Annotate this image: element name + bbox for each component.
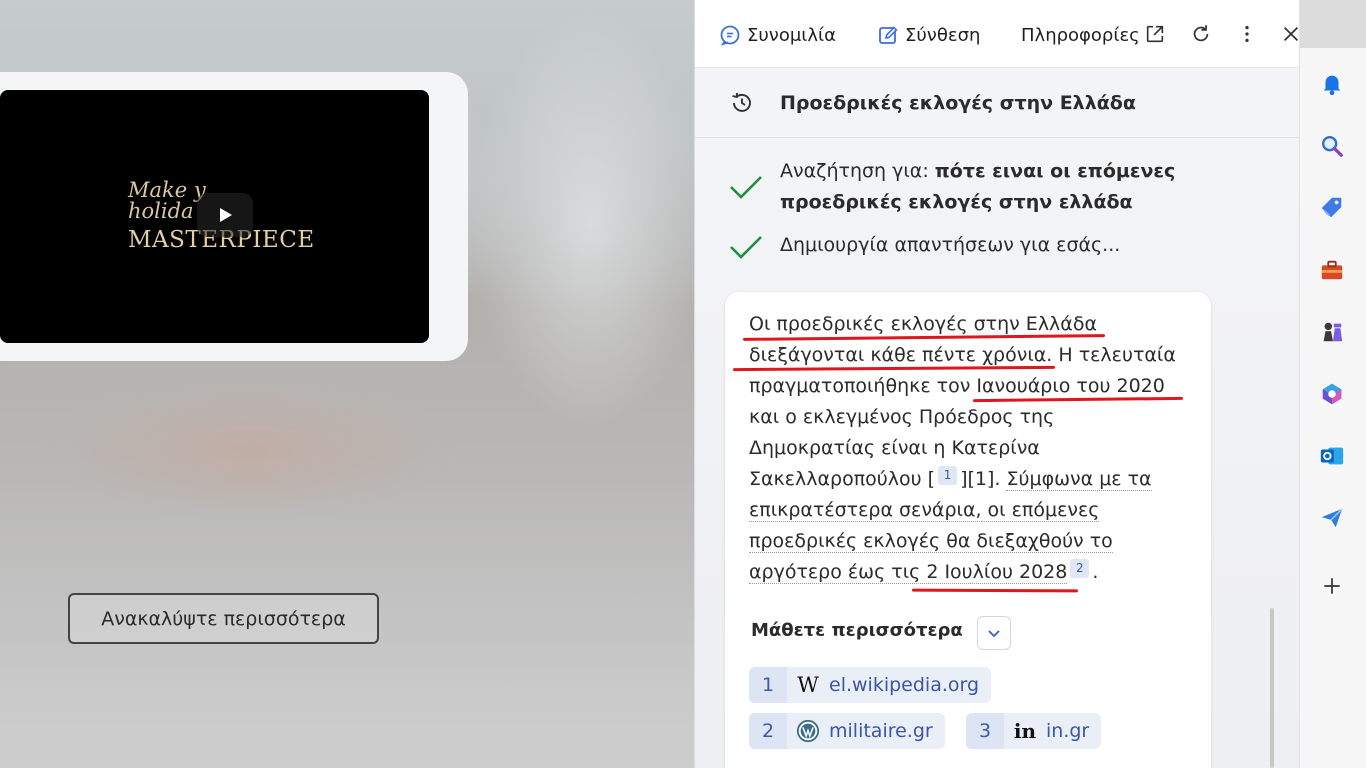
generating-status: Δημιουργία απαντήσεων για εσάς... [780,234,1121,256]
panel-scrollbar[interactable] [1270,608,1274,768]
compose-icon [877,24,899,46]
answer-link[interactable]: Σύμφωνα με τα [1006,468,1152,491]
toolbox-icon[interactable] [1318,256,1346,284]
more-icon[interactable] [1235,22,1259,46]
tag-icon[interactable] [1318,194,1346,222]
answer-line: επικρατέστερα σενάρια, οι επόμενες [749,495,1199,526]
citation-1[interactable]: 1 [938,466,958,485]
search-icon[interactable] [1318,132,1346,160]
answer-line: Σακελλαροπούλου [1][1]. Σύμφωνα με τα [749,464,1199,495]
tab-chat[interactable]: Συνομιλία [719,20,836,50]
video-title-line2: holida [128,199,194,223]
tab-insights[interactable]: Πληροφορίες [1021,20,1140,50]
wordpress-icon [795,718,821,744]
red-underline [911,588,1079,593]
play-button[interactable] [197,193,253,237]
answer-line: προεδρικές εκλογές θα διεξαχθούν το [749,526,1199,557]
tab-chat-label: Συνομιλία [747,24,837,46]
chat-icon [719,24,741,46]
microsoft365-icon[interactable] [1318,380,1346,408]
answer-card: Οι προεδρικές εκλογές στην Ελλάδα διεξάγ… [725,292,1211,768]
answer-link[interactable]: οι επόμενες [981,499,1100,522]
answer-link[interactable]: αργότερο έως τις 2 Ιουλίου 2028 [749,561,1068,584]
chevron-down-icon [988,630,1000,638]
answer-line: αργότερο έως τις 2 Ιουλίου 2028 2. [749,557,1199,588]
answer-segment: Ιανουάριο του 2020 [976,375,1165,397]
open-external-icon[interactable] [1143,22,1167,46]
answer-segment: ][1]. [960,468,1007,490]
wikipedia-icon: W [797,673,819,697]
source-domain: in.gr [1046,720,1090,742]
checkmark-icon [730,176,762,199]
conversation-title: Προεδρικές εκλογές στην Ελλάδα [780,92,1136,114]
answer-link[interactable]: επικρατέστερα σενάρια, [749,499,982,522]
source-number: 1 [749,667,787,703]
add-icon[interactable] [1318,572,1346,600]
bell-icon[interactable] [1318,70,1346,98]
in-logo-icon: in [1013,719,1037,743]
answer-segment: Σακελλαροπούλου [ [749,468,936,490]
chess-icon[interactable] [1318,318,1346,346]
citation-2[interactable]: 2 [1070,559,1090,578]
source-link-3[interactable]: 3 in in.gr [966,713,1102,749]
checkmark-icon [730,236,762,259]
source-link-2[interactable]: 2 militaire.gr [749,713,945,749]
source-number: 3 [966,713,1004,749]
sidebar-top-strip [1300,0,1366,48]
edge-sidebar [1299,0,1366,768]
source-number: 2 [749,713,787,749]
tab-insights-label: Πληροφορίες [1021,24,1140,46]
tab-compose[interactable]: Σύνθεση [877,20,980,50]
play-icon [220,208,232,222]
background-blur [0,640,694,768]
learn-more-toggle[interactable] [977,616,1011,650]
video-player[interactable]: Make y holida MASTERPIECE [0,90,429,343]
search-status: Αναζήτηση για: πότε ειναι οι επόμενες πρ… [780,156,1175,218]
answer-segment: Η τελευταία [1052,344,1176,366]
search-query-line1: πότε ειναι οι επόμενες [934,160,1176,182]
send-icon[interactable] [1318,504,1346,532]
source-link-1[interactable]: 1 W el.wikipedia.org [749,667,992,703]
discover-more-button[interactable]: Ανακαλύψτε περισσότερα [68,593,379,644]
tab-compose-label: Σύνθεση [905,24,981,46]
video-card: Make y holida MASTERPIECE [0,72,468,361]
panel-topbar: Συνομιλία Σύνθεση Πληροφορίες [695,0,1300,68]
learn-more-heading: Μάθετε περισσότερα [751,620,963,641]
video-title-line1: Make y [128,178,206,202]
search-query-line2: προεδρικές εκλογές στην ελλάδα [780,191,1133,213]
answer-link[interactable]: προεδρικές εκλογές θα διεξαχθούν το [749,530,1113,553]
answer-segment: . [1092,561,1099,583]
history-icon[interactable] [729,90,755,116]
background-page: Make y holida MASTERPIECE Ανακαλύψτε περ… [0,0,694,768]
answer-line: Δημοκρατίας είναι η Κατερίνα [749,437,1040,459]
answer-line: και ο εκλεγμένος Πρόεδρος της [749,406,1055,428]
outlook-icon[interactable] [1318,442,1346,470]
source-domain: el.wikipedia.org [829,674,980,696]
answer-segment: διεξάγονται κάθε πέντε χρόνια. [749,344,1053,366]
refresh-icon[interactable] [1189,22,1213,46]
answer-text: Οι προεδρικές εκλογές στην Ελλάδα διεξάγ… [749,309,1199,588]
source-domain: militaire.gr [829,720,933,742]
background-blur [40,380,460,520]
video-title-script: Make y holida [128,180,206,222]
answer-segment: πραγματοποιήθηκε τον [749,375,977,397]
copilot-panel: Συνομιλία Σύνθεση Πληροφορίες Προεδρικές… [694,0,1300,768]
conversation-header: Προεδρικές εκλογές στην Ελλάδα [695,68,1300,138]
search-prefix: Αναζήτηση για: [780,160,935,182]
